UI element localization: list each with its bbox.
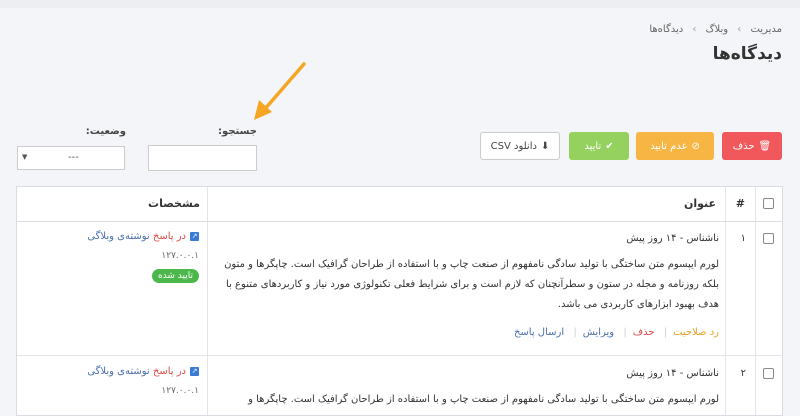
- trash-icon: 🗑: [758, 140, 772, 152]
- reply-prefix: در پاسخ: [152, 366, 186, 377]
- ban-icon: ⊘: [691, 140, 700, 152]
- status-select-value: ---: [68, 152, 79, 163]
- header-select-all: [756, 187, 782, 222]
- row-checkbox[interactable]: [763, 368, 774, 379]
- table-row: ۲ ناشناس - ۱۴ روز پیش لورم ایپسوم متن سا…: [17, 356, 782, 416]
- ip-address: ۱۲۷.۰.۰.۱: [161, 386, 199, 396]
- edit-link[interactable]: ویرایش: [583, 327, 614, 338]
- select-all-checkbox[interactable]: [763, 198, 774, 209]
- top-bar: [0, 0, 800, 8]
- delete-button[interactable]: 🗑 حذف: [722, 132, 782, 160]
- search-label: جستجو:: [218, 126, 257, 137]
- approve-button[interactable]: ✔ تایید: [569, 132, 629, 160]
- unapprove-link[interactable]: رد صلاحیت: [673, 327, 719, 338]
- comment-body: لورم ایپسوم متن ساختگی با تولید سادگی نا…: [224, 259, 719, 310]
- header-number-label: #: [735, 197, 745, 210]
- search-input[interactable]: [148, 145, 257, 171]
- download-csv-button[interactable]: ⬇ دانلود CSV: [480, 132, 560, 160]
- comments-table: # عنوان مشخصات ۱ ناشناس - ۱۴ روز پیش لور…: [16, 186, 783, 416]
- breadcrumb-item-comments: دیدگاه‌ها: [649, 24, 684, 35]
- approve-button-label: تایید: [584, 140, 602, 152]
- status-badge: تایید شده: [151, 269, 199, 283]
- reply-prefix: در پاسخ: [152, 231, 186, 242]
- ip-address: ۱۲۷.۰.۰.۱: [161, 251, 199, 261]
- breadcrumb-item-admin[interactable]: مدیریت: [750, 24, 782, 35]
- caret-down-icon: ▼: [22, 153, 28, 161]
- status-select[interactable]: --- ▼: [17, 146, 125, 170]
- comment-body: لورم ایپسوم متن ساختگی با تولید سادگی نا…: [248, 394, 719, 405]
- reply-target: نوشته‌ی وبلاگی: [87, 231, 150, 242]
- reply-to-post-link[interactable]: ↗ در پاسخ نوشته‌ی وبلاگی: [87, 231, 199, 242]
- breadcrumb-separator: ›: [692, 24, 697, 35]
- comment-author: ناشناس - ۱۴ روز پیش: [626, 233, 719, 244]
- header-details-label: مشخصات: [148, 197, 200, 210]
- reply-link[interactable]: ارسال پاسخ: [514, 327, 564, 338]
- breadcrumb-item-blog[interactable]: وبلاگ: [706, 24, 729, 35]
- breadcrumb-separator: ›: [737, 24, 742, 35]
- breadcrumb: مدیریت › وبلاگ › دیدگاه‌ها: [649, 24, 782, 35]
- page-title: دیدگاه‌ها: [712, 44, 782, 64]
- status-label: وضعیت:: [85, 126, 126, 137]
- header-details: مشخصات: [17, 187, 208, 222]
- download-csv-label: دانلود CSV: [490, 140, 537, 152]
- row-checkbox[interactable]: [763, 233, 774, 244]
- reject-button-label: عدم تایید: [650, 140, 688, 152]
- header-title-label: عنوان: [683, 197, 716, 210]
- external-link-icon: ↗: [190, 366, 199, 376]
- row-number: ۲: [740, 368, 746, 379]
- row-number: ۱: [740, 233, 746, 244]
- external-link-icon: ↗: [190, 231, 199, 241]
- annotation-arrow-icon: [254, 62, 306, 120]
- comment-actions: رد صلاحیت| حذف| ویرایش| ارسال پاسخ: [513, 327, 719, 338]
- delete-button-label: حذف: [732, 140, 755, 152]
- download-icon: ⬇: [540, 140, 550, 152]
- table-row: ۱ ناشناس - ۱۴ روز پیش لورم ایپسوم متن سا…: [17, 221, 782, 356]
- check-icon: ✔: [605, 140, 614, 152]
- delete-link[interactable]: حذف: [633, 327, 655, 338]
- reply-target: نوشته‌ی وبلاگی: [87, 366, 150, 377]
- reply-to-post-link[interactable]: ↗ در پاسخ نوشته‌ی وبلاگی: [87, 366, 199, 377]
- header-number: #: [726, 187, 756, 222]
- comment-author: ناشناس - ۱۴ روز پیش: [626, 368, 719, 379]
- header-title[interactable]: عنوان: [208, 187, 726, 222]
- reject-button[interactable]: ⊘ عدم تایید: [636, 132, 714, 160]
